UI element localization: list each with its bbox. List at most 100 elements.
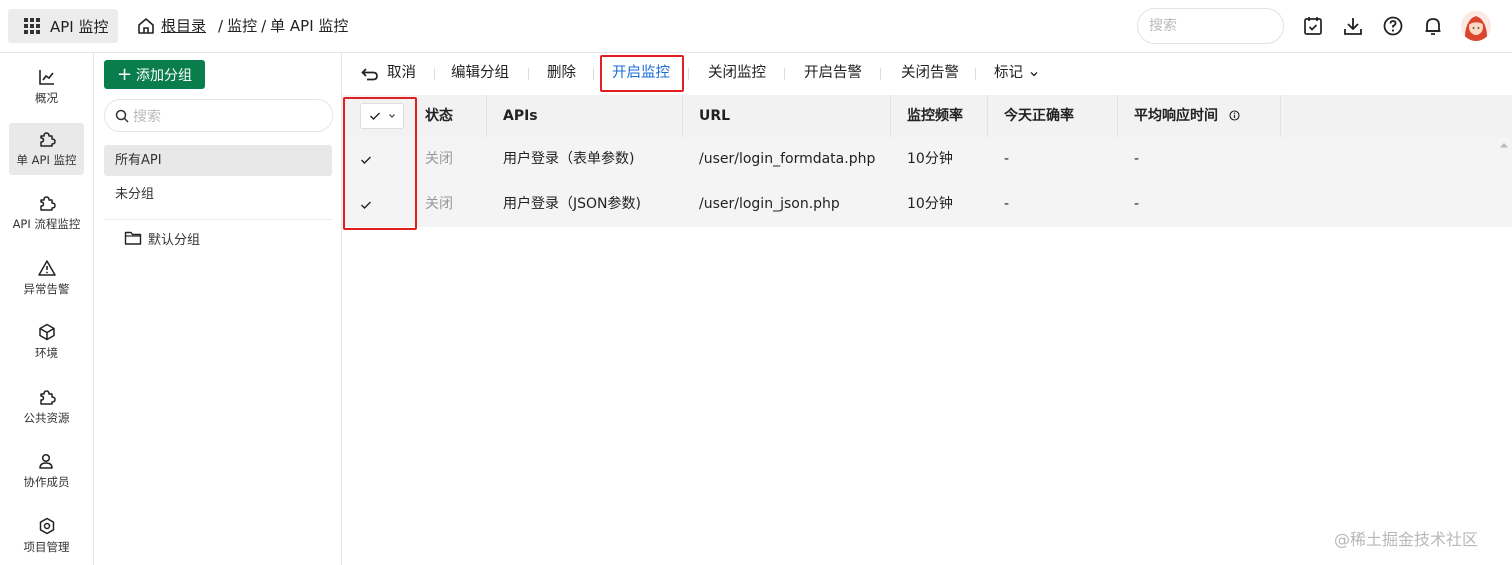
- group-panel: + 添加分组 搜索 所有API 未分组 默认分组: [94, 53, 342, 565]
- nav-item-api-flow-monitor[interactable]: API 流程监控: [9, 187, 84, 239]
- breadcrumb-monitor-link[interactable]: 监控: [227, 15, 257, 36]
- column-header-url[interactable]: URL: [683, 95, 891, 137]
- cube-icon: [38, 323, 55, 341]
- nav-item-label: 异常告警: [23, 282, 70, 296]
- nav-item-members[interactable]: 协作成员: [9, 445, 84, 497]
- nav-item-public-resources[interactable]: 公共资源: [9, 381, 84, 433]
- warning-icon: [37, 260, 56, 276]
- group-search-placeholder: 搜索: [133, 108, 161, 125]
- column-header-frequency[interactable]: 监控频率: [891, 95, 988, 137]
- nav-item-single-api-monitor[interactable]: 单 API 监控: [9, 123, 84, 175]
- group-item-label: 未分组: [115, 187, 155, 202]
- start-alert-label: 开启告警: [804, 65, 862, 81]
- add-group-label: 添加分组: [136, 67, 193, 84]
- nav-item-label: 项目管理: [23, 540, 70, 554]
- column-header-label: 状态: [425, 108, 453, 124]
- help-icon[interactable]: [1381, 14, 1405, 38]
- row-frequency: 10分钟: [907, 196, 953, 212]
- column-header-label: APIs: [503, 108, 538, 124]
- row-url: /user/login_formdata.php: [699, 151, 876, 167]
- row-avg-response: -: [1134, 196, 1140, 212]
- info-icon[interactable]: [1229, 110, 1240, 121]
- column-header-label: 监控频率: [907, 108, 963, 124]
- folder-icon: [124, 231, 142, 245]
- scroll-up-arrow-icon[interactable]: [1499, 141, 1509, 149]
- row-url: /user/login_json.php: [699, 196, 840, 212]
- avatar[interactable]: [1461, 11, 1491, 41]
- chart-line-icon: [38, 70, 54, 85]
- column-header-label: 平均响应时间: [1134, 108, 1218, 124]
- breadcrumb-current: 单 API 监控: [270, 17, 349, 35]
- stop-alert-label: 关闭告警: [901, 65, 959, 81]
- app-button-label: API 监控: [50, 17, 109, 36]
- row-accuracy: -: [1004, 151, 1010, 167]
- folder-item-default-group[interactable]: 默认分组: [124, 227, 200, 249]
- nav-item-label: 公共资源: [23, 411, 70, 425]
- nav-item-overview[interactable]: 概况: [9, 61, 84, 113]
- divider: [104, 219, 332, 220]
- table-row[interactable]: 关闭 用户登录（JSON参数) /user/login_json.php 10分…: [342, 182, 1512, 227]
- column-header-apis[interactable]: APIs: [487, 95, 683, 137]
- group-item-all-apis[interactable]: 所有API: [104, 145, 332, 176]
- calendar-check-icon[interactable]: [1301, 14, 1325, 38]
- edit-group-button[interactable]: 编辑分组: [451, 53, 509, 94]
- search-icon: [115, 109, 129, 123]
- bell-icon[interactable]: [1421, 14, 1445, 38]
- toolbar-separator: [880, 68, 881, 80]
- highlight-box-start-monitor: [600, 55, 684, 92]
- cancel-label: 取消: [387, 65, 416, 81]
- delete-label: 删除: [547, 65, 576, 81]
- column-header-avg-response[interactable]: 平均响应时间: [1118, 95, 1281, 137]
- group-item-ungrouped[interactable]: 未分组: [104, 179, 332, 210]
- row-accuracy: -: [1004, 196, 1010, 212]
- gear-icon: [39, 517, 54, 535]
- column-header-accuracy[interactable]: 今天正确率: [988, 95, 1118, 137]
- breadcrumb-root-link[interactable]: 根目录: [161, 15, 206, 36]
- table-header: 状态 APIs URL 监控频率 今天正确率 平均响应时间: [342, 95, 1512, 137]
- nav-item-label: 协作成员: [23, 475, 70, 489]
- add-group-button[interactable]: + 添加分组: [104, 60, 205, 89]
- stop-monitor-button[interactable]: 关闭监控: [708, 53, 766, 94]
- nav-item-alerts[interactable]: 异常告警: [9, 252, 84, 304]
- bulk-action-toolbar: 取消 编辑分组 删除 开启监控 关闭监控 开启告警 关闭告警 标记: [342, 53, 1512, 94]
- stop-alert-button[interactable]: 关闭告警: [901, 53, 959, 94]
- breadcrumb-separator: /: [218, 16, 224, 35]
- toolbar-separator: [975, 68, 976, 80]
- plus-icon: +: [116, 63, 133, 85]
- nav-item-label: 环境: [35, 346, 58, 360]
- home-icon: [138, 17, 154, 34]
- mark-label: 标记: [994, 65, 1023, 81]
- column-header-status[interactable]: 状态: [409, 95, 487, 137]
- puzzle-icon: [39, 132, 56, 147]
- nav-item-label: 概况: [35, 91, 58, 105]
- global-search-input[interactable]: 搜索: [1137, 8, 1284, 44]
- group-search-input[interactable]: 搜索: [104, 99, 333, 132]
- row-avg-response: -: [1134, 151, 1140, 167]
- delete-button[interactable]: 删除: [547, 53, 576, 94]
- toolbar-separator: [528, 68, 529, 80]
- folder-label: 默认分组: [148, 232, 201, 248]
- avatar-illustration: [1461, 11, 1491, 41]
- start-alert-button[interactable]: 开启告警: [804, 53, 862, 94]
- undo-icon: [361, 67, 378, 80]
- row-api-name[interactable]: 用户登录（表单参数): [487, 137, 634, 182]
- nav-item-project-settings[interactable]: 项目管理: [9, 510, 84, 562]
- top-bar: API 监控 根目录 / 监控 / 单 API 监控 搜索: [0, 0, 1512, 53]
- users-icon: [38, 453, 53, 469]
- column-header-label: URL: [699, 108, 731, 124]
- highlight-box-selected-rows: [343, 97, 417, 230]
- nav-item-label: 单 API 监控: [16, 153, 77, 167]
- app-switcher-button[interactable]: API 监控: [8, 9, 118, 43]
- cancel-button[interactable]: 取消: [361, 53, 416, 94]
- global-search-placeholder: 搜索: [1149, 18, 1177, 34]
- nav-item-environment[interactable]: 环境: [9, 316, 84, 368]
- nav-item-label: API 流程监控: [12, 217, 81, 231]
- table-row[interactable]: 关闭 用户登录（表单参数) /user/login_formdata.php 1…: [342, 137, 1512, 182]
- mark-dropdown[interactable]: 标记: [994, 53, 1039, 94]
- row-api-name[interactable]: 用户登录（JSON参数): [487, 182, 641, 227]
- download-icon[interactable]: [1341, 14, 1365, 38]
- chevron-down-icon: [1030, 71, 1038, 76]
- edit-group-label: 编辑分组: [451, 65, 509, 81]
- group-item-label: 所有API: [115, 153, 162, 168]
- puzzle-icon: [39, 390, 56, 405]
